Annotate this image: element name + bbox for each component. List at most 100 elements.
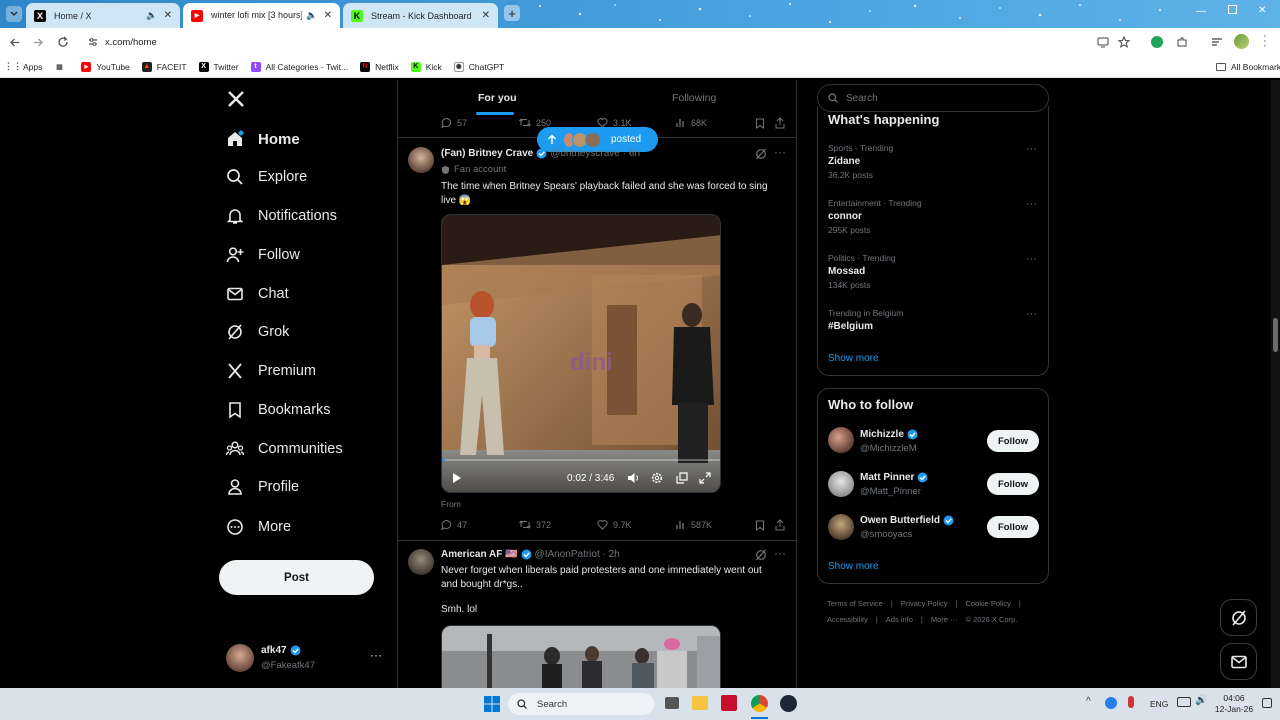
close-tab-icon[interactable]: ✕ — [482, 10, 490, 21]
post-button[interactable]: Post — [219, 560, 374, 595]
notification-icon[interactable] — [1262, 698, 1272, 708]
footer-link[interactable]: Ads info — [886, 615, 913, 624]
bookmark-netflix[interactable]: N Netflix — [360, 61, 399, 72]
forward-arrow-icon[interactable] — [33, 37, 44, 48]
nav-home[interactable]: Home — [226, 124, 300, 154]
show-more-link[interactable]: Show more — [828, 353, 879, 364]
follow-button[interactable]: Follow — [987, 430, 1039, 452]
author-handle[interactable]: @IAnonPatriot · 2h — [535, 549, 620, 560]
bookmark-apps[interactable]: ⋮⋮ Apps — [4, 61, 42, 72]
avatar[interactable] — [408, 549, 434, 575]
close-tab-icon[interactable]: ✕ — [164, 10, 172, 21]
tab-kick[interactable]: K Stream - Kick Dashboard ✕ — [343, 3, 498, 28]
bookmark-kick[interactable]: K Kick — [410, 61, 442, 72]
nav-follow[interactable]: Follow — [226, 240, 300, 270]
grok-float-button[interactable] — [1220, 599, 1257, 636]
tab-home-x[interactable]: X Home / X 🔈 ✕ — [26, 3, 180, 28]
footer-link[interactable]: Accessibility — [827, 615, 868, 624]
nav-profile[interactable]: Profile — [226, 472, 299, 502]
footer-link[interactable]: Terms of Service — [827, 599, 883, 608]
windows-start-icon[interactable] — [484, 696, 500, 712]
tab-search-button[interactable] — [6, 6, 22, 22]
footer-link[interactable]: Cookie Policy — [965, 599, 1010, 608]
video-progress-track[interactable] — [442, 459, 720, 461]
suggestion-name-row[interactable]: Matt Pinner — [860, 472, 928, 483]
view-count[interactable]: 587K — [675, 519, 712, 530]
trend-item[interactable]: Politics · Trending Mossad 134K posts — [828, 253, 896, 290]
share-icon[interactable] — [775, 519, 785, 531]
file-explorer-icon[interactable] — [692, 696, 708, 710]
nav-more[interactable]: More — [226, 512, 291, 542]
site-settings-icon[interactable] — [88, 37, 98, 47]
footer-link[interactable]: More ··· — [931, 615, 958, 624]
trend-item[interactable]: Trending in Belgium #Belgium — [828, 308, 903, 332]
share-icon[interactable] — [775, 117, 785, 129]
more-dots-icon[interactable]: ··· — [1026, 308, 1037, 320]
grok-icon[interactable] — [755, 549, 767, 561]
close-window-icon[interactable]: ✕ — [1258, 5, 1266, 16]
tab-lofi[interactable]: ▶ winter lofi mix [3 hours] ❄️ 🔈 ✕ — [183, 3, 340, 28]
more-dots-icon[interactable]: ··· — [1026, 143, 1037, 155]
all-bookmarks[interactable]: All Bookmarks — [1216, 62, 1280, 72]
more-dots-icon[interactable]: ··· — [774, 546, 786, 560]
clock[interactable]: 04:06 12-Jan-26 — [1213, 693, 1255, 715]
settings-gear-icon[interactable] — [651, 472, 663, 484]
back-arrow-icon[interactable] — [9, 37, 20, 48]
follow-button[interactable]: Follow — [987, 473, 1039, 495]
app-icon[interactable] — [721, 695, 737, 711]
nav-notifications[interactable]: Notifications — [226, 201, 337, 231]
bookmark-youtube[interactable]: ▶ YouTube — [81, 61, 130, 72]
reply-count[interactable]: 57 — [441, 117, 467, 128]
author-name[interactable]: American AF 🇺🇸 — [441, 549, 518, 560]
trend-item[interactable]: Sports · Trending Zidane 36.2K posts — [828, 143, 893, 180]
tray-chevron-icon[interactable]: ^ — [1086, 696, 1091, 707]
menu-kebab-icon[interactable]: · · · — [1263, 31, 1267, 52]
bookmark-star-icon[interactable] — [1118, 36, 1130, 48]
avatar[interactable] — [828, 514, 854, 540]
extension-icon[interactable] — [1151, 36, 1163, 48]
video-player[interactable]: dini 0:02 / 3:46 — [441, 214, 721, 493]
tray-app-icon[interactable] — [1105, 697, 1117, 709]
chrome-icon[interactable] — [751, 695, 768, 712]
bookmark-chatgpt[interactable]: ✺ ChatGPT — [453, 61, 504, 72]
messages-float-button[interactable] — [1220, 643, 1257, 680]
taskbar-search[interactable]: Search — [508, 693, 654, 715]
suggestion-name-row[interactable]: Michizzle — [860, 429, 918, 440]
nav-communities[interactable]: Communities — [226, 434, 343, 464]
steam-icon[interactable] — [780, 695, 797, 712]
scrollbar-thumb[interactable] — [1273, 318, 1278, 352]
bookmark-twitch[interactable]: t All Categories - Twit... — [250, 61, 348, 72]
address-bar[interactable]: x.com/home — [80, 31, 1140, 53]
tab-for-you[interactable]: For you — [478, 92, 517, 104]
new-tab-button[interactable]: + — [504, 5, 520, 21]
author-name[interactable]: (Fan) Britney Crave — [441, 148, 533, 159]
language-indicator[interactable]: ENG — [1150, 699, 1168, 709]
suggestion-name-row[interactable]: Owen Butterfield — [860, 515, 954, 526]
avatar[interactable] — [828, 427, 854, 453]
tab-following[interactable]: Following — [672, 92, 716, 104]
bookmark-faceit[interactable]: ▲ FACEIT — [141, 61, 187, 72]
network-icon[interactable] — [1177, 697, 1191, 707]
fullscreen-icon[interactable] — [699, 472, 711, 484]
minimize-icon[interactable]: — — [1196, 6, 1206, 17]
view-count[interactable]: 68K — [675, 117, 707, 128]
tweet-image[interactable] — [441, 625, 721, 688]
microphone-icon[interactable] — [1128, 696, 1134, 708]
extensions-puzzle-icon[interactable] — [1176, 36, 1188, 48]
follow-button[interactable]: Follow — [987, 516, 1039, 538]
grok-icon[interactable] — [755, 148, 767, 160]
bookmark-icon[interactable] — [755, 520, 765, 531]
footer-link[interactable]: Privacy Policy — [901, 599, 948, 608]
repost-count[interactable]: 372 — [519, 519, 551, 530]
nav-bookmarks[interactable]: Bookmarks — [226, 395, 331, 425]
volume-icon[interactable] — [627, 472, 640, 484]
more-dots-icon[interactable]: ··· — [370, 648, 382, 662]
avatar[interactable] — [828, 471, 854, 497]
nav-grok[interactable]: Grok — [226, 317, 289, 347]
bookmark-tab-groups[interactable]: ▦ — [54, 62, 69, 72]
page-scrollbar[interactable] — [1271, 80, 1280, 688]
bookmark-twitter[interactable]: X Twitter — [198, 61, 239, 72]
profile-avatar[interactable] — [1234, 34, 1249, 49]
play-icon[interactable] — [452, 472, 462, 484]
avatar[interactable] — [408, 147, 434, 173]
